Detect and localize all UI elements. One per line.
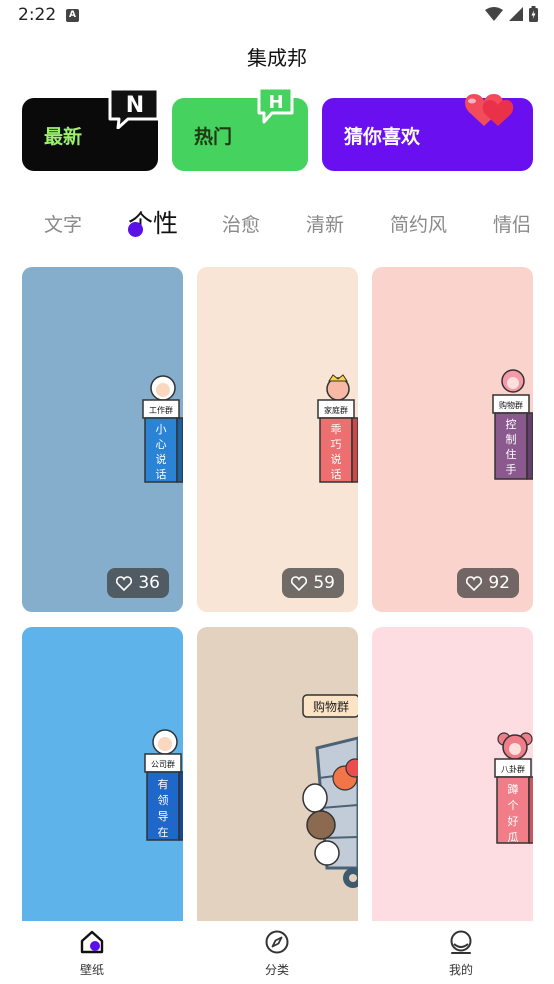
svg-text:H: H [268, 92, 283, 113]
category-card-latest[interactable]: 最新 N [22, 87, 160, 171]
wallpaper-card[interactable]: 家庭群 乖 巧 说 话 59 [197, 267, 358, 612]
tab-couple[interactable]: 情侣 [493, 210, 531, 237]
category-card-label: 热门 [194, 126, 233, 148]
home-icon [80, 930, 104, 954]
new-badge-icon: N [108, 87, 160, 129]
tab-fresh[interactable]: 清新 [306, 210, 344, 237]
like-count[interactable]: 36 [107, 568, 169, 598]
sign-character-illustration: 公司群 有 领 导 在 [144, 729, 183, 841]
sign-group-label: 工作群 [149, 405, 173, 415]
status-time: 2:22 [18, 5, 57, 25]
like-count-value: 92 [488, 573, 510, 593]
svg-text:瓜: 瓜 [508, 831, 519, 844]
svg-text:小: 小 [156, 423, 167, 436]
a-letter-icon: A [66, 9, 79, 22]
shopping-cart-illustration: 购物群 [302, 694, 358, 888]
wallpaper-card[interactable]: 购物群 [197, 627, 358, 927]
nav-mine[interactable]: 我的 [416, 929, 506, 978]
like-count[interactable]: 59 [282, 568, 344, 598]
svg-text:话: 话 [331, 468, 342, 481]
nav-category[interactable]: 分类 [232, 929, 322, 978]
sign-character-illustration: 家庭群 乖 巧 说 话 [317, 374, 358, 483]
svg-text:手: 手 [506, 462, 517, 476]
heart-outline-icon [116, 575, 133, 591]
sign-group-label: 家庭群 [324, 405, 348, 415]
svg-text:在: 在 [158, 826, 169, 839]
like-count[interactable]: 92 [457, 568, 519, 598]
signal-icon [509, 7, 523, 21]
svg-text:心: 心 [156, 438, 167, 451]
sign-character-illustration: 购物群 控 制 住 手 [492, 369, 533, 480]
category-card-hot[interactable]: 热门 H [172, 86, 308, 171]
hot-badge-icon: H [257, 86, 294, 124]
wallpaper-card[interactable]: 购物群 控 制 住 手 92 [372, 267, 533, 612]
category-card-guess-you-like[interactable]: 猜你喜欢 [322, 94, 533, 171]
wallpaper-card[interactable]: 公司群 有 领 导 在 [22, 627, 183, 927]
svg-text:领: 领 [158, 794, 169, 807]
like-count-value: 59 [313, 573, 335, 593]
sign-group-label: 公司群 [151, 759, 175, 769]
heart-outline-icon [466, 575, 483, 591]
nav-label: 壁纸 [79, 963, 104, 977]
status-bar: 2:22 A [0, 0, 554, 30]
svg-text:个: 个 [508, 799, 519, 812]
nav-wallpaper[interactable]: 壁纸 [47, 929, 137, 978]
nav-label: 我的 [448, 963, 473, 977]
sign-group-label: 购物群 [499, 400, 523, 410]
svg-text:导: 导 [158, 810, 169, 823]
wallpaper-card[interactable]: 工作群 小 心 说 话 36 [22, 267, 183, 612]
bottom-navigation: 壁纸 分类 我的 [0, 921, 554, 984]
system-icons [485, 6, 538, 22]
tab-text[interactable]: 文字 [44, 210, 82, 237]
svg-text:乖: 乖 [331, 423, 342, 436]
active-tab-indicator [128, 222, 143, 237]
svg-text:住: 住 [506, 447, 517, 461]
wifi-icon [485, 7, 503, 21]
svg-text:好: 好 [508, 814, 519, 828]
svg-text:话: 话 [156, 468, 167, 481]
sign-group-label: 购物群 [313, 699, 349, 714]
svg-text:有: 有 [158, 777, 169, 791]
svg-text:说: 说 [331, 452, 342, 466]
wallpaper-card[interactable]: 八卦群 蹲 个 好 瓜 [372, 627, 533, 927]
heart-icon [465, 94, 514, 126]
category-card-label: 最新 [44, 126, 83, 148]
svg-text:控: 控 [506, 417, 517, 431]
svg-text:巧: 巧 [331, 438, 342, 451]
profile-icon [450, 930, 472, 954]
svg-text:蹲: 蹲 [508, 782, 519, 796]
svg-text:说: 说 [156, 452, 167, 466]
heart-outline-icon [291, 575, 308, 591]
like-count-value: 36 [138, 573, 160, 593]
sign-character-illustration: 八卦群 蹲 个 好 瓜 [494, 732, 533, 844]
sign-character-illustration: 工作群 小 心 说 话 [142, 375, 183, 483]
compass-icon [265, 930, 289, 954]
category-card-label: 猜你喜欢 [344, 126, 421, 148]
tab-minimal[interactable]: 简约风 [390, 210, 447, 237]
tab-healing[interactable]: 治愈 [222, 210, 260, 237]
app-title: 集成邦 [247, 46, 307, 70]
sign-group-label: 八卦群 [501, 764, 525, 774]
svg-text:制: 制 [506, 433, 517, 446]
svg-text:N: N [126, 93, 144, 118]
nav-label: 分类 [264, 963, 289, 977]
battery-icon [529, 6, 538, 22]
category-tabs: 文字 个性 治愈 清新 简约风 情侣 [0, 200, 554, 250]
